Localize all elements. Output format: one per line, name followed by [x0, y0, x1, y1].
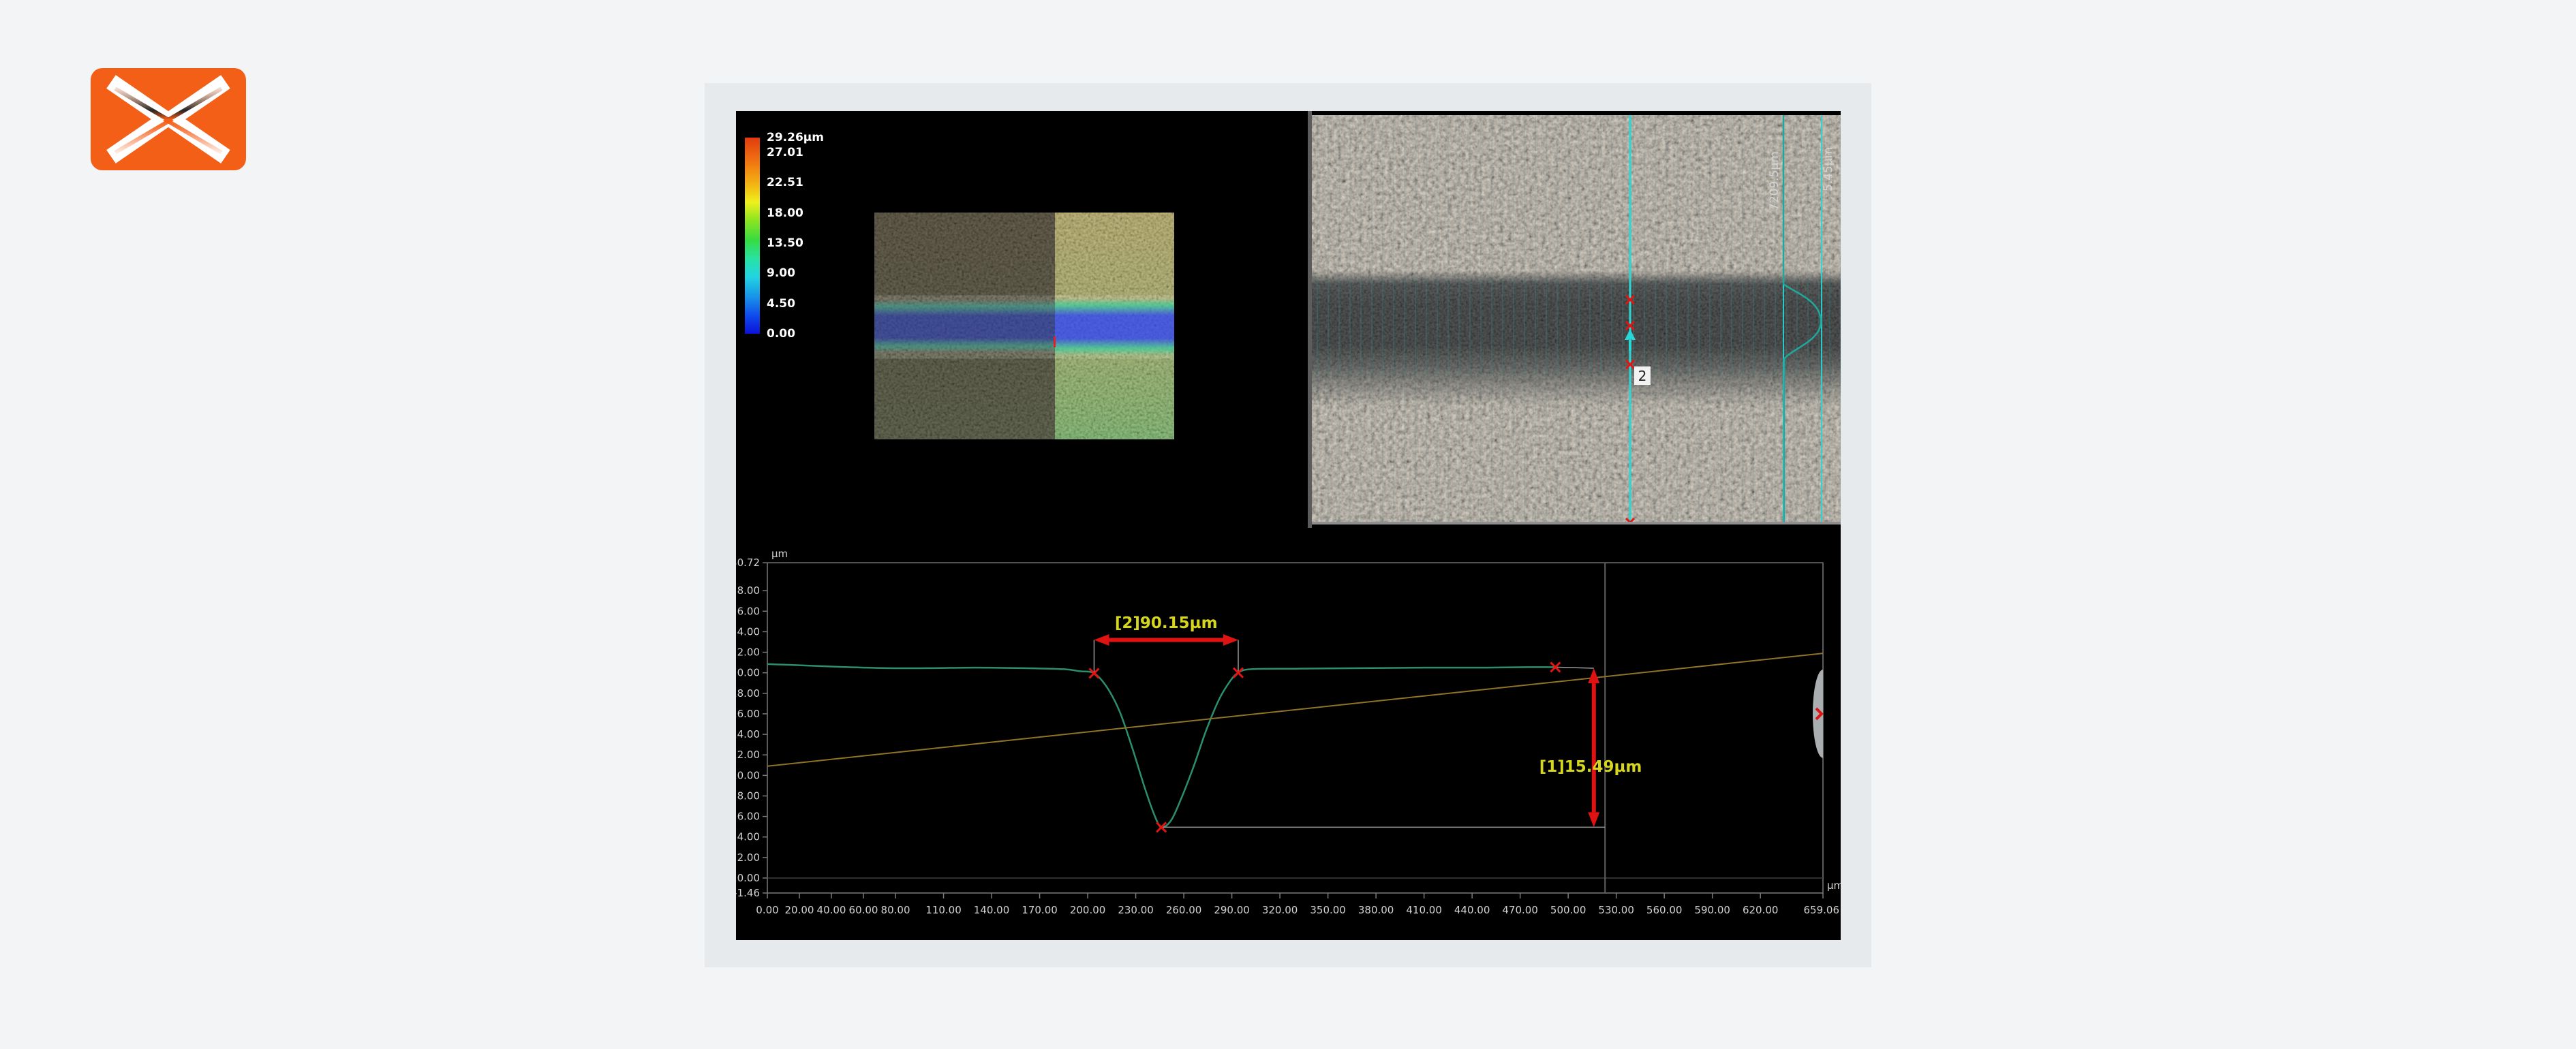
profile-position-marker: [1054, 336, 1056, 347]
measure-label-text: 2: [1638, 368, 1647, 384]
profile-chart[interactable]: 30.72 28.00 26.00 24.00 22.00 20.00 18.00 16.00…: [736, 528, 1841, 940]
y-axis-unit: µm: [771, 548, 788, 560]
x-tick-label: 230.00: [1118, 904, 1154, 916]
x-tick-label: 200.00: [1070, 904, 1106, 916]
colorbar-tick-label: 9.00: [767, 266, 848, 280]
texture-image-view[interactable]: 7209.5µm 5.45µm 2: [1312, 115, 1841, 524]
series-reference-tilt-line: [767, 653, 1823, 766]
x-tick-label: 560.00: [1646, 904, 1683, 916]
height-map-view[interactable]: 29.26µm 27.01 22.51 18.00 13.50 9.00 4.50 0.00: [736, 111, 1308, 528]
depth-arrow-head: [1588, 668, 1599, 683]
ruler-label-right: 5.45µm: [1822, 147, 1835, 191]
width-arrow-head: [1223, 634, 1238, 646]
colorbar-tick-label: 4.50: [767, 297, 848, 311]
height-map-image[interactable]: [874, 213, 1174, 439]
x-tick-label: 659.06: [1804, 904, 1840, 916]
x-tick-label: 40.00: [817, 904, 846, 916]
x-tick-label: 170.00: [1022, 904, 1058, 916]
y-tick-label: -1.46: [736, 887, 760, 899]
series-surface-profile: [767, 664, 1555, 828]
colorbar-tick-label: 29.26µm: [767, 131, 848, 144]
y-tick-label: 6.00: [737, 811, 760, 823]
x-tick-label: 140.00: [974, 904, 1010, 916]
x-tick-label: 350.00: [1310, 904, 1346, 916]
colorbar-tick-label: 13.50: [767, 236, 848, 250]
colorbar-tick-label: 22.51: [767, 176, 848, 189]
y-tick-label: 12.00: [736, 749, 760, 761]
leader-line: [1555, 667, 1593, 668]
y-tick-label: 2.00: [737, 851, 760, 864]
measurement-label-2: [2]90.15µm: [1115, 614, 1218, 632]
y-tick-label: 8.00: [737, 789, 760, 802]
x-tick-label: 590.00: [1694, 904, 1730, 916]
x-tick-label: 80.00: [881, 904, 910, 916]
y-tick-label: 30.72: [736, 557, 760, 569]
colorbar-gradient: [745, 138, 760, 334]
x-tick-label: 290.00: [1214, 904, 1250, 916]
width-arrow-head: [1094, 634, 1109, 646]
height-colorbar: 29.26µm27.0122.5118.0013.509.004.500.00: [745, 138, 854, 334]
x-tick-label: 530.00: [1598, 904, 1634, 916]
measurement-app-panel: 29.26µm 27.01 22.51 18.00 13.50 9.00 4.50 0.00: [705, 83, 1871, 967]
y-tick-label: 26.00: [736, 605, 760, 617]
y-tick-label: 18.00: [736, 687, 760, 700]
y-tick-label: 0.00: [737, 872, 760, 884]
measurement-label-1: [1]15.49µm: [1539, 758, 1642, 776]
desktop-background: 29.26µm 27.01 22.51 18.00 13.50 9.00 4.50 0.00: [0, 0, 2576, 1049]
x-tick-label: 20.00: [785, 904, 814, 916]
x-tick-label: 0.00: [756, 904, 778, 916]
colorbar-tick-label: 18.00: [767, 206, 848, 220]
y-tick-label: 22.00: [736, 646, 760, 659]
x-tick-label: 60.00: [849, 904, 878, 916]
x-tick-label: 440.00: [1454, 904, 1490, 916]
ruler-label-left: 7209.5µm: [1768, 151, 1781, 210]
y-tick-label: 20.00: [736, 667, 760, 679]
x-tick-label: 500.00: [1550, 904, 1586, 916]
y-tick-label: 24.00: [736, 625, 760, 638]
colorbar-tick-label: 27.01: [767, 146, 848, 159]
depth-arrow-head: [1588, 812, 1599, 827]
colorbar-tick-label: 0.00: [767, 327, 848, 341]
x-tick-label: 110.00: [925, 904, 962, 916]
y-tick-label: 10.00: [736, 769, 760, 781]
x-tick-label: 410.00: [1406, 904, 1442, 916]
y-tick-label: 4.00: [737, 831, 760, 843]
x-tick-label: 470.00: [1502, 904, 1538, 916]
x-tick-label: 380.00: [1358, 904, 1394, 916]
y-tick-label: 16.00: [736, 708, 760, 720]
plot-border: [767, 563, 1823, 893]
viewer-content: 29.26µm 27.01 22.51 18.00 13.50 9.00 4.50 0.00: [736, 111, 1841, 940]
image-bottom-edge: [1312, 522, 1841, 524]
brand-logo-graphic: [91, 68, 246, 170]
x-tick-label: 620.00: [1743, 904, 1779, 916]
x-axis-unit: µm: [1827, 879, 1841, 892]
x-tick-label: 260.00: [1166, 904, 1202, 916]
y-tick-label: 28.00: [736, 584, 760, 597]
y-tick-label: 14.00: [736, 728, 760, 740]
brand-logo: [91, 68, 246, 170]
x-tick-label: 320.00: [1262, 904, 1298, 916]
